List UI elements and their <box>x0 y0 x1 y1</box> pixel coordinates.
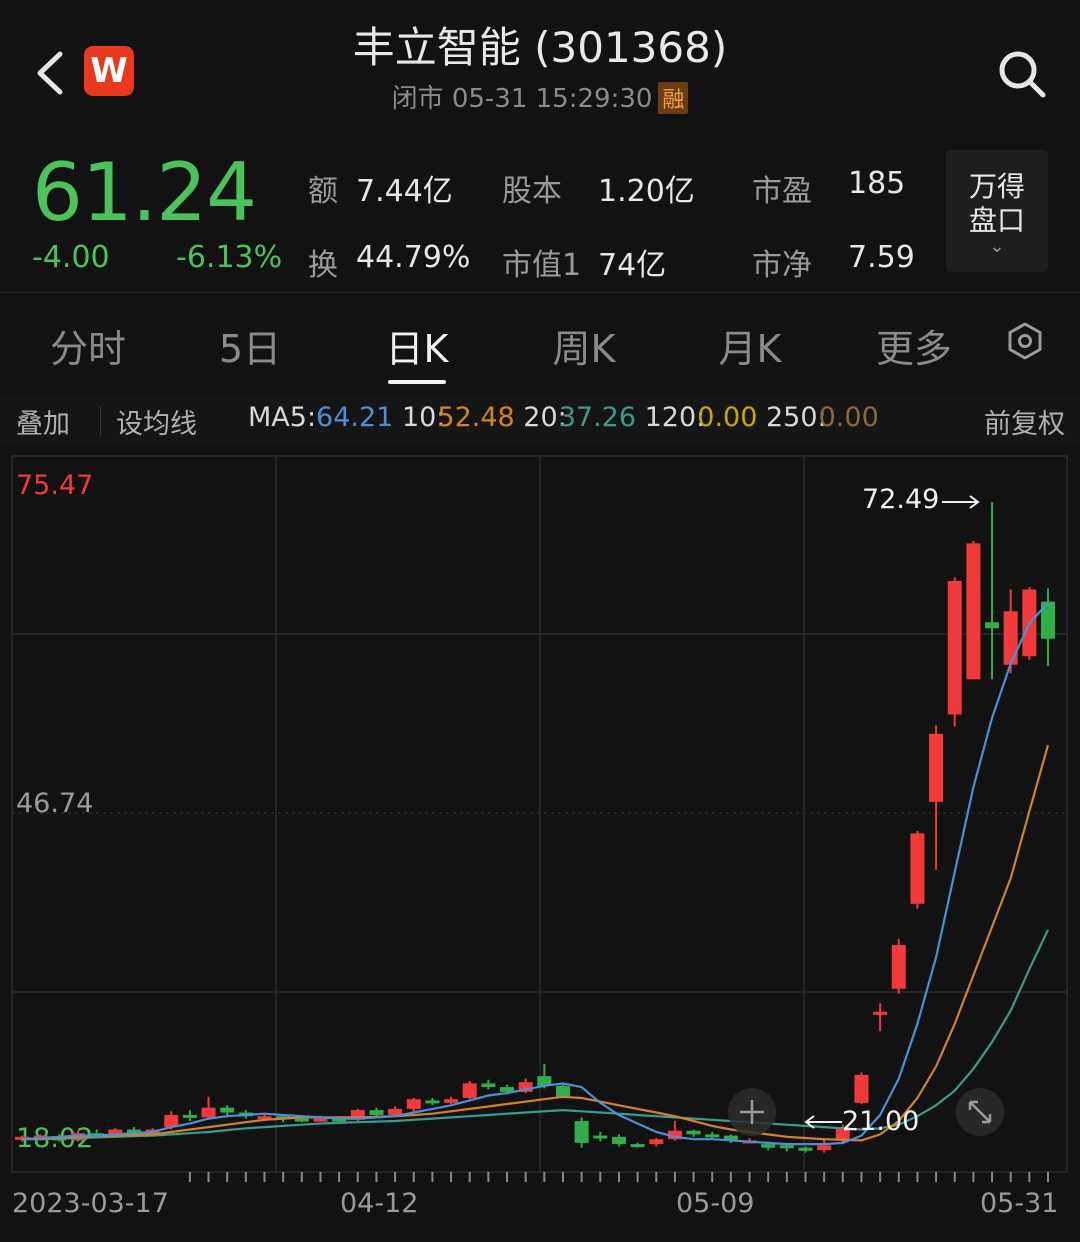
turnover-amount-value: 7.44亿 <box>356 174 453 209</box>
price-change-percent: -6.13% <box>176 240 283 275</box>
divider <box>0 292 1080 293</box>
settings-icon[interactable] <box>1006 322 1044 360</box>
pe-value: 185 <box>848 166 906 201</box>
candle-body <box>929 733 944 802</box>
ma-values: MA5:64.21 10:52.48 20:37.26 120:0.00 250… <box>248 402 879 433</box>
overlay-button[interactable]: 叠加 <box>16 402 70 441</box>
status-text: 闭市 05-31 15:29:30 <box>391 84 653 114</box>
market-cap-value: 74亿 <box>598 248 667 283</box>
candle-body <box>910 833 925 904</box>
max-price-annotation: 72.49 <box>862 484 939 515</box>
tab-daily-k[interactable]: 日K <box>367 318 467 373</box>
stock-title: 丰立智能 (301368) <box>352 23 728 72</box>
adjust-mode-button[interactable]: 前复权 <box>984 402 1065 441</box>
last-price: 61.24 <box>32 146 257 239</box>
candle-body <box>649 1139 664 1145</box>
market-status: 闭市 05-31 15:29:30 融 <box>0 78 1080 115</box>
chevron-down-icon: ⌄ <box>989 236 1005 257</box>
candle-body <box>947 580 962 715</box>
tab-intraday[interactable]: 分时 <box>38 318 138 373</box>
tab-monthly-k[interactable]: 月K <box>700 318 800 373</box>
candle-body <box>462 1083 477 1098</box>
turnover-rate-value: 44.79% <box>356 240 471 275</box>
candle-body <box>388 1108 403 1115</box>
margin-badge: 融 <box>658 82 689 114</box>
turnover-rate-label: 换 <box>308 248 338 283</box>
tab-more[interactable]: 更多 <box>864 318 964 373</box>
candle-body <box>630 1144 645 1148</box>
candle-body <box>761 1144 776 1148</box>
candle-body <box>779 1145 794 1149</box>
candle-body <box>220 1107 235 1113</box>
candle-body <box>891 945 906 989</box>
candle-body <box>406 1099 421 1109</box>
ma10-value: 52.48 <box>437 402 515 433</box>
y-mid-label: 46.74 <box>16 788 93 819</box>
x-label-start: 2023-03-17 <box>12 1188 169 1219</box>
x-label-may: 05-09 <box>676 1188 754 1219</box>
candle-body <box>313 1118 328 1122</box>
candle-body <box>798 1147 813 1151</box>
candle-body <box>555 1085 570 1097</box>
candle-body <box>201 1107 216 1118</box>
candle-body <box>985 622 1000 629</box>
chart-grid <box>11 455 1068 1173</box>
ma120-value: 0.00 <box>697 402 758 433</box>
candle-body <box>611 1136 626 1145</box>
candle-body <box>705 1134 720 1138</box>
y-max-label: 75.47 <box>16 470 93 501</box>
min-price-annotation: 21.00 <box>842 1106 919 1137</box>
candle-body <box>481 1083 496 1088</box>
price-change: -4.00 <box>32 240 110 275</box>
ma5-label: MA5: <box>248 402 317 433</box>
ma5-line <box>21 601 1049 1146</box>
candle-body <box>1003 611 1018 665</box>
tab-weekly-k[interactable]: 周K <box>534 318 634 373</box>
ma250-label: 250: <box>765 402 827 433</box>
kline-chart[interactable]: 75.47 46.74 18.02 72.49 21.00 2023-03-17… <box>0 452 1080 1242</box>
share-capital-label: 股本 <box>502 174 562 209</box>
wind-orderbook-label: 万得盘口 <box>968 170 1025 237</box>
candle-body <box>182 1114 197 1118</box>
crosshair-button[interactable] <box>728 1088 776 1136</box>
share-capital-value: 1.20亿 <box>598 174 695 209</box>
candle-body <box>854 1074 869 1103</box>
ma10-line <box>21 744 1050 1142</box>
x-label-end: 05-31 <box>980 1188 1058 1219</box>
candles <box>15 502 1055 1153</box>
set-ma-button[interactable]: 设均线 <box>116 402 197 441</box>
ma20-value: 37.26 <box>558 402 637 433</box>
ma250-value: 0.00 <box>818 402 879 433</box>
candle-body <box>966 543 981 680</box>
candle-body <box>817 1145 832 1151</box>
pe-label: 市盈 <box>752 174 812 209</box>
pb-value: 7.59 <box>848 240 915 275</box>
active-tab-indicator <box>388 380 446 384</box>
candle-body <box>425 1100 440 1104</box>
pb-label: 市净 <box>752 248 812 283</box>
tab-5day[interactable]: 5日 <box>200 318 300 373</box>
candle-body <box>686 1130 701 1135</box>
candle-body <box>369 1110 384 1115</box>
ma5-value: 64.21 <box>316 402 394 433</box>
wind-orderbook-button[interactable]: 万得盘口 ⌄ <box>946 150 1048 272</box>
ma-lines <box>21 601 1050 1146</box>
market-cap-label: 市值1 <box>502 248 582 283</box>
candle-body <box>593 1135 608 1139</box>
turnover-amount-label: 额 <box>308 174 338 209</box>
candle-body <box>574 1121 589 1143</box>
volume-ticks <box>188 1172 1049 1182</box>
candle-body <box>873 1011 888 1015</box>
candle-body <box>444 1099 459 1103</box>
search-icon[interactable] <box>996 48 1048 100</box>
candle-body <box>294 1118 309 1122</box>
divider <box>100 406 101 436</box>
x-label-apr: 04-12 <box>340 1188 418 1219</box>
fullscreen-button[interactable] <box>956 1088 1004 1136</box>
